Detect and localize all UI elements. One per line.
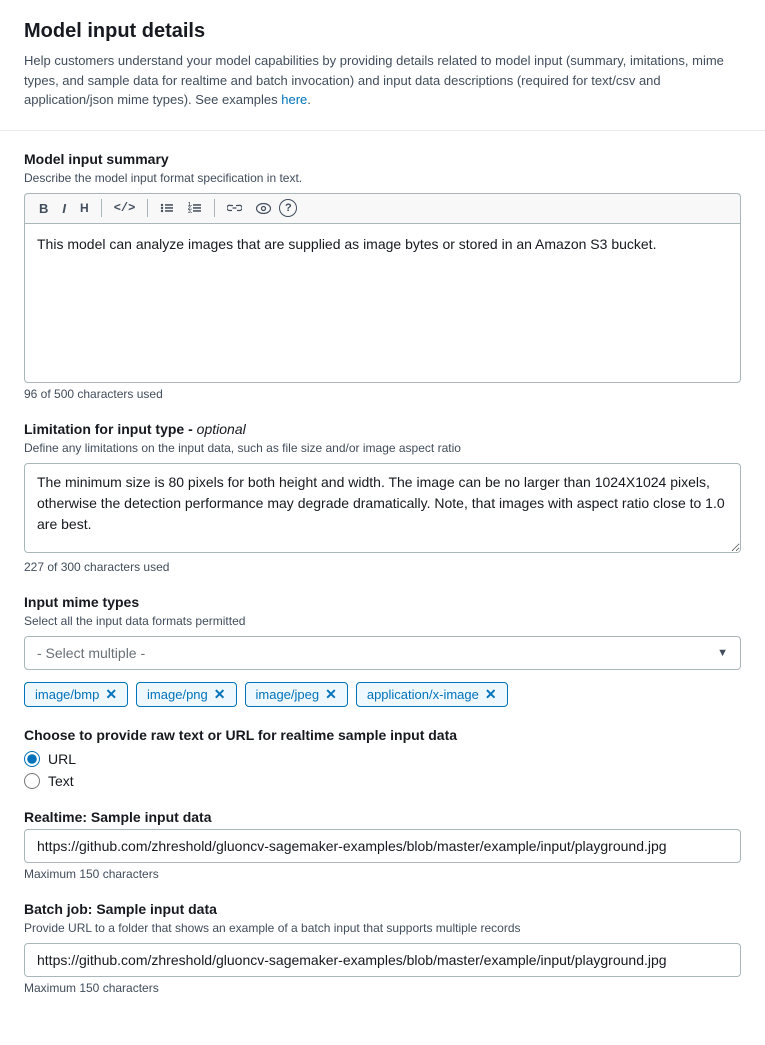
model-input-summary-section: Model input summary Describe the model i…: [24, 151, 741, 401]
mime-tag-label: image/bmp: [35, 687, 99, 702]
examples-link[interactable]: here: [281, 92, 307, 107]
mime-select-container: - Select multiple - ▼: [24, 636, 741, 670]
limitation-char-count: 227 of 300 characters used: [24, 560, 741, 574]
input-mime-types-sublabel: Select all the input data formats permit…: [24, 614, 741, 628]
toolbar-bold-button[interactable]: B: [33, 198, 54, 219]
batch-sample-section: Batch job: Sample input data Provide URL…: [24, 901, 741, 995]
mime-dropdown-arrow-icon: ▼: [717, 647, 728, 659]
page-title: Model input details: [24, 20, 741, 43]
mime-select-box[interactable]: - Select multiple - ▼: [24, 636, 741, 670]
realtime-sample-input[interactable]: [24, 829, 741, 863]
page-description: Help customers understand your model cap…: [24, 51, 741, 110]
mime-tag-image-jpeg: image/jpeg ✕: [245, 682, 348, 707]
sample-input-choice-label: Choose to provide raw text or URL for re…: [24, 727, 741, 743]
radio-url-input[interactable]: [24, 751, 40, 767]
toolbar-help-button[interactable]: ?: [279, 199, 297, 217]
toolbar-ordered-list-button[interactable]: 1. 2. 3.: [182, 198, 208, 218]
optional-text: optional: [197, 421, 246, 437]
input-mime-types-label: Input mime types: [24, 594, 741, 610]
realtime-sample-section: Realtime: Sample input data Maximum 150 …: [24, 809, 741, 881]
svg-text:3.: 3.: [188, 209, 193, 215]
toolbar-divider-2: [147, 199, 148, 217]
radio-url-label: URL: [48, 751, 76, 767]
mime-tag-image-bmp: image/bmp ✕: [24, 682, 128, 707]
mime-tag-remove-image-png[interactable]: ✕: [214, 687, 226, 701]
mime-tags-row: image/bmp ✕ image/png ✕ image/jpeg ✕ app…: [24, 682, 741, 707]
realtime-sample-label: Realtime: Sample input data: [24, 809, 741, 825]
section-divider: [0, 130, 765, 131]
mime-tag-remove-application-x-image[interactable]: ✕: [485, 687, 497, 701]
batch-sample-label: Batch job: Sample input data: [24, 901, 741, 917]
model-input-summary-char-count: 96 of 500 characters used: [24, 387, 741, 401]
batch-sample-sublabel: Provide URL to a folder that shows an ex…: [24, 921, 741, 935]
mime-select-placeholder: - Select multiple -: [37, 645, 145, 661]
toolbar-code-button[interactable]: </>: [108, 198, 142, 218]
toolbar-link-button[interactable]: [221, 200, 248, 216]
radio-option-text[interactable]: Text: [24, 773, 741, 789]
toolbar-unordered-list-button[interactable]: [154, 198, 180, 218]
limitation-section: Limitation for input type - optional Def…: [24, 421, 741, 574]
limitation-label: Limitation for input type - optional: [24, 421, 741, 437]
toolbar-divider-1: [101, 199, 102, 217]
mime-tag-remove-image-jpeg[interactable]: ✕: [325, 687, 337, 701]
batch-sample-input[interactable]: [24, 943, 741, 977]
mime-tag-label: application/x-image: [367, 687, 479, 702]
limitation-sublabel: Define any limitations on the input data…: [24, 441, 741, 455]
mime-tag-label: image/jpeg: [256, 687, 320, 702]
model-input-summary-label: Model input summary: [24, 151, 741, 167]
radio-option-url[interactable]: URL: [24, 751, 741, 767]
toolbar-italic-button[interactable]: I: [56, 198, 72, 219]
sample-input-choice-section: Choose to provide raw text or URL for re…: [24, 727, 741, 789]
input-mime-types-section: Input mime types Select all the input da…: [24, 594, 741, 707]
realtime-sample-hint: Maximum 150 characters: [24, 867, 741, 881]
limitation-textarea[interactable]: [24, 463, 741, 553]
toolbar-divider-3: [214, 199, 215, 217]
toolbar-preview-button[interactable]: [250, 200, 277, 217]
batch-sample-hint: Maximum 150 characters: [24, 981, 741, 995]
mime-tag-image-png: image/png ✕: [136, 682, 236, 707]
model-input-summary-sublabel: Describe the model input format specific…: [24, 171, 741, 185]
rich-text-toolbar: B I H </> 1. 2.: [24, 193, 741, 223]
mime-tag-remove-image-bmp[interactable]: ✕: [105, 687, 117, 701]
mime-tag-application-x-image: application/x-image ✕: [356, 682, 508, 707]
radio-text-label: Text: [48, 773, 74, 789]
toolbar-heading-button[interactable]: H: [74, 198, 95, 218]
model-input-summary-editor[interactable]: This model can analyze images that are s…: [24, 223, 741, 383]
radio-text-input[interactable]: [24, 773, 40, 789]
mime-tag-label: image/png: [147, 687, 208, 702]
